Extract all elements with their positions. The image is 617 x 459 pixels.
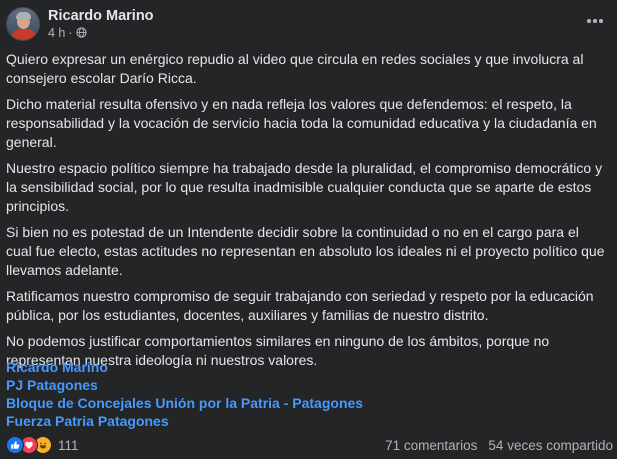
tag-link[interactable]: Bloque de Concejales Unión por la Patria…	[6, 394, 363, 412]
reaction-count[interactable]: 111	[58, 438, 79, 453]
more-options-button[interactable]	[585, 13, 605, 29]
tag-link[interactable]: Fuerza Patria Patagones	[6, 412, 363, 430]
reactions-summary[interactable]: 111	[6, 436, 79, 454]
post-body: Quiero expresar un enérgico repudio al v…	[6, 50, 606, 377]
post-tags: Ricardo Marino PJ Patagones Bloque de Co…	[6, 358, 363, 430]
post-header: Ricardo Marino 4 h ·	[6, 6, 154, 42]
more-options-icon	[587, 19, 591, 23]
globe-icon[interactable]	[75, 27, 87, 38]
comments-count[interactable]: 71 comentarios	[385, 438, 477, 453]
like-reaction-icon	[6, 436, 24, 454]
author-name[interactable]: Ricardo Marino	[48, 8, 154, 25]
post-meta: Ricardo Marino 4 h ·	[48, 8, 154, 41]
tag-link[interactable]: Ricardo Marino	[6, 358, 363, 376]
post-paragraph: Dicho material resulta ofensivo y en nad…	[6, 96, 597, 150]
post-subline: 4 h ·	[48, 25, 154, 41]
post-paragraph: Si bien no es potestad de un Intendente …	[6, 224, 605, 278]
avatar[interactable]	[6, 7, 40, 41]
separator-dot: ·	[68, 25, 73, 40]
post-time[interactable]: 4 h	[48, 25, 65, 41]
post-paragraph: Nuestro espacio político siempre ha trab…	[6, 160, 603, 214]
post-stats: 71 comentarios 54 veces compartido	[385, 438, 613, 453]
tag-link[interactable]: PJ Patagones	[6, 376, 363, 394]
facebook-post: Ricardo Marino 4 h · Quiero expresar un …	[0, 0, 617, 459]
post-paragraph: Quiero expresar un enérgico repudio al v…	[6, 51, 584, 86]
post-footer: 111 71 comentarios 54 veces compartido	[6, 435, 613, 455]
shares-count[interactable]: 54 veces compartido	[488, 438, 613, 453]
post-paragraph: Ratificamos nuestro compromiso de seguir…	[6, 288, 594, 323]
